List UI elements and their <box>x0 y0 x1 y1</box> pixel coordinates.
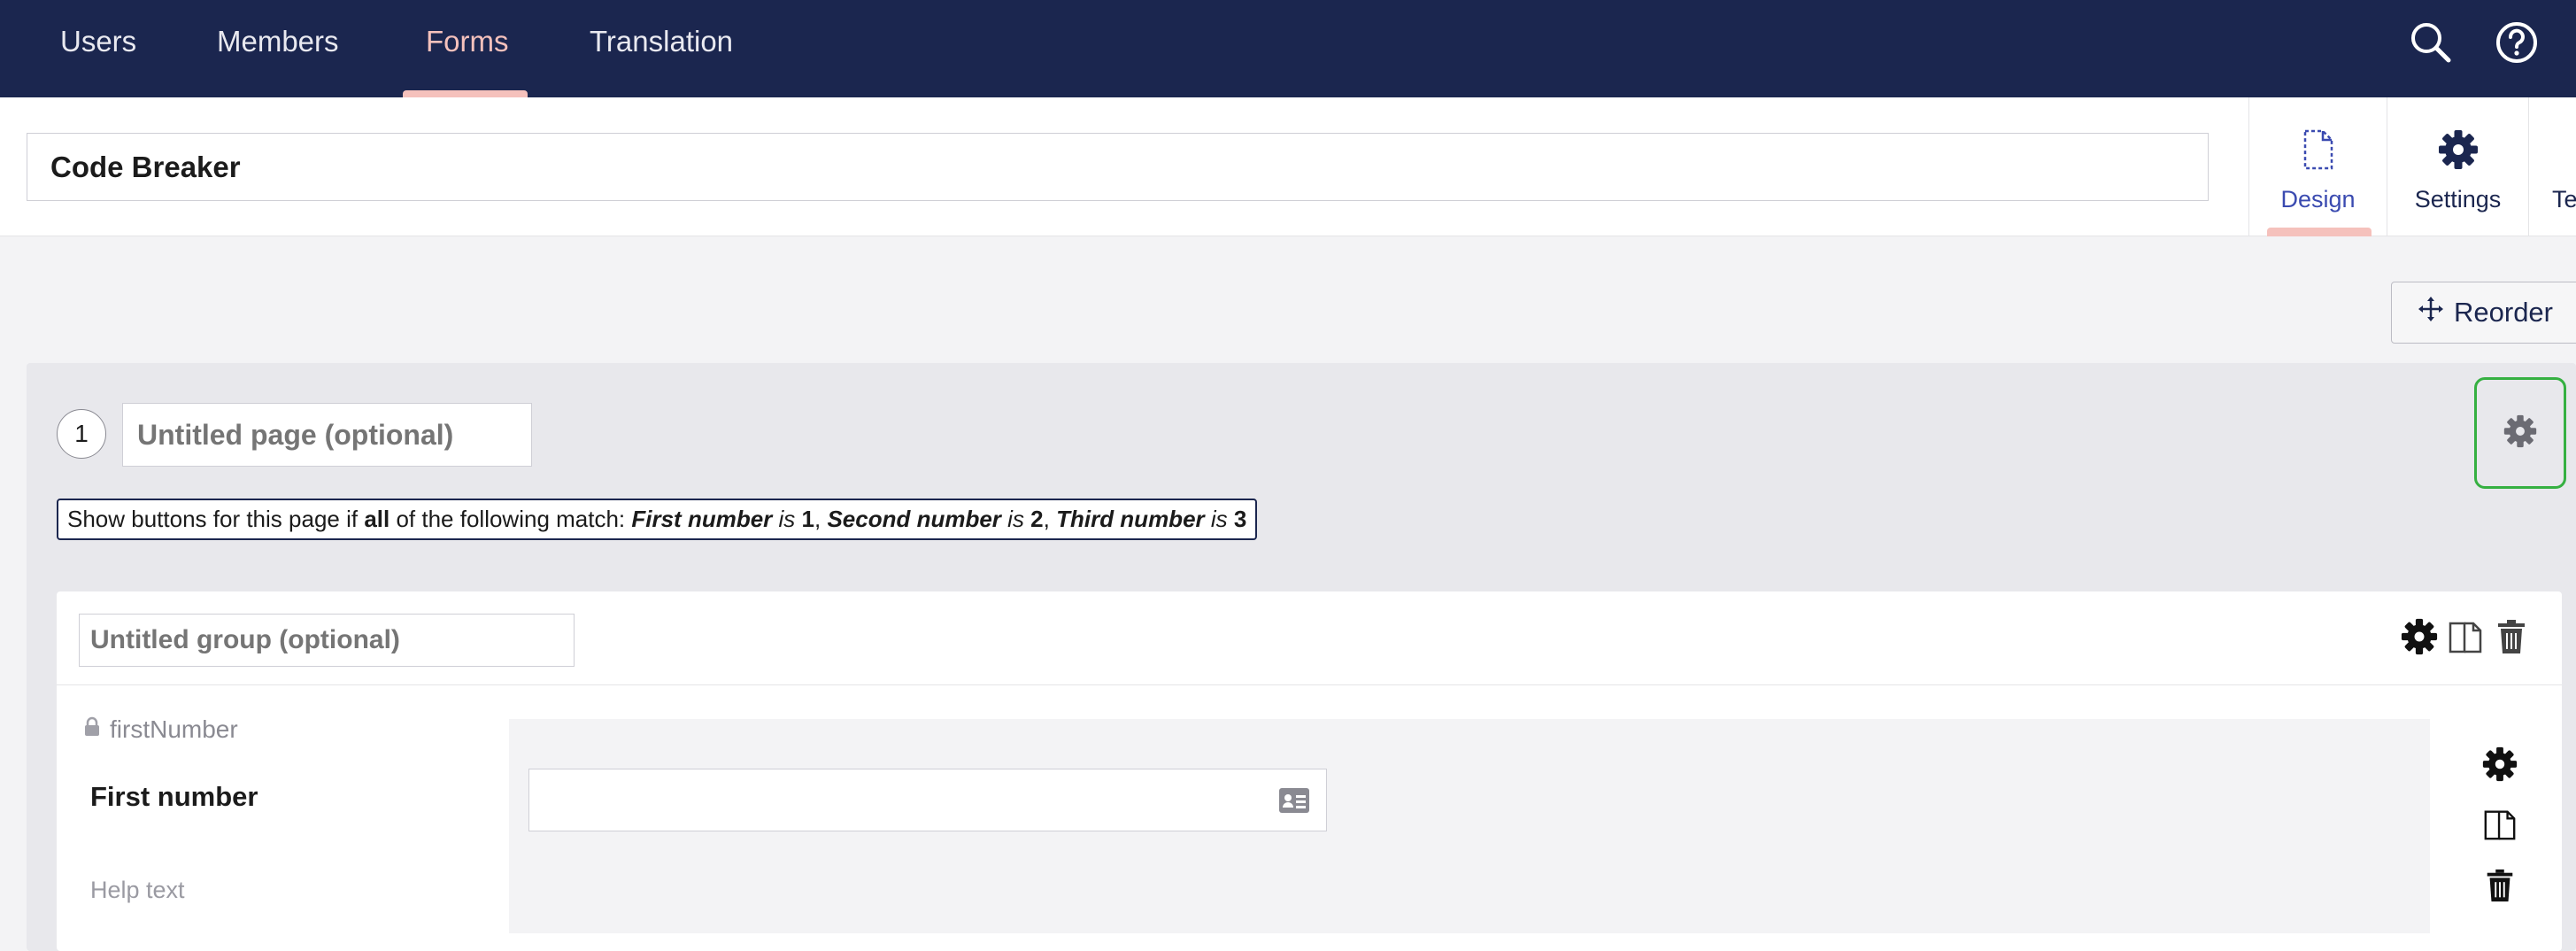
gear-icon <box>2438 129 2479 174</box>
document-icon <box>2303 129 2333 174</box>
group-title-input[interactable] <box>79 614 575 667</box>
question-alias-text: firstNumber <box>110 715 238 743</box>
nav-item-translation[interactable]: Translation <box>590 0 733 97</box>
page-number: 1 <box>57 409 106 459</box>
tab-truncated-label: Te <box>2552 186 2576 213</box>
tab-settings[interactable]: Settings <box>2387 97 2528 236</box>
nav-item-forms[interactable]: Forms <box>426 0 509 97</box>
search-icon[interactable] <box>2408 19 2454 66</box>
form-header: Design Settings Te <box>0 97 2576 236</box>
condition-op: is <box>772 506 802 532</box>
gear-icon[interactable] <box>2401 618 2438 655</box>
condition-value: 1 <box>801 506 814 532</box>
group-container: firstNumber First number Help text <box>57 591 2562 951</box>
copy-icon[interactable] <box>2447 618 2484 655</box>
tab-design[interactable]: Design <box>2248 97 2387 236</box>
condition-field: First number <box>631 506 773 532</box>
page-condition[interactable]: Show buttons for this page if all of the… <box>57 499 1258 540</box>
gear-icon <box>2503 414 2537 452</box>
nav-item-members[interactable]: Members <box>217 0 339 97</box>
condition-match: all <box>364 506 390 532</box>
group-header <box>57 591 2562 685</box>
question-preview <box>509 719 2430 933</box>
trash-icon[interactable] <box>2482 868 2518 903</box>
help-icon[interactable] <box>2494 19 2540 66</box>
condition-field: Second number <box>827 506 1001 532</box>
form-name-input[interactable] <box>27 133 2209 201</box>
tab-settings-label: Settings <box>2414 186 2502 213</box>
contact-card-icon <box>1278 787 1310 818</box>
condition-op: is <box>1204 506 1234 532</box>
reorder-button[interactable]: Reorder <box>2391 282 2576 344</box>
gear-icon[interactable] <box>2482 746 2518 782</box>
condition-op: is <box>1000 506 1031 532</box>
condition-mid: of the following match: <box>389 506 632 532</box>
trash-icon[interactable] <box>2493 618 2530 655</box>
tab-truncated[interactable]: Te <box>2528 97 2576 236</box>
question-text-input[interactable] <box>528 769 1327 831</box>
lock-icon <box>83 715 101 744</box>
tab-active-indicator <box>2267 228 2372 236</box>
condition-field: Third number <box>1056 506 1205 532</box>
tab-design-label: Design <box>2280 186 2356 213</box>
page-title-input[interactable] <box>122 403 532 467</box>
page-settings-button[interactable] <box>2474 377 2566 489</box>
question-label[interactable]: First number <box>90 781 258 813</box>
condition-sep: , <box>814 506 828 532</box>
question-help-text[interactable]: Help text <box>90 877 185 904</box>
condition-value: 3 <box>1233 506 1247 532</box>
nav-item-users[interactable]: Users <box>60 0 136 97</box>
top-navigation: Users Members Forms Translation <box>0 0 2576 97</box>
nav-active-indicator <box>403 90 528 97</box>
condition-value: 2 <box>1030 506 1044 532</box>
reorder-label: Reorder <box>2454 297 2553 328</box>
move-icon <box>2418 297 2443 329</box>
question-alias: firstNumber <box>83 715 238 744</box>
condition-prefix: Show buttons for this page if <box>67 506 365 532</box>
copy-icon[interactable] <box>2482 807 2518 842</box>
condition-sep: , <box>1043 506 1057 532</box>
